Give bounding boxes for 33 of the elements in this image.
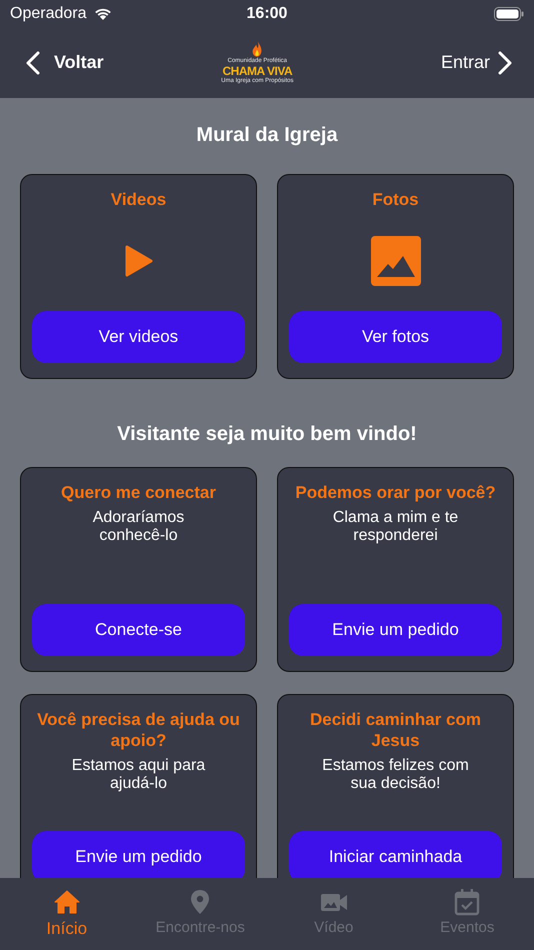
card-text: Adoraríamos conhecê-lo (92, 509, 186, 545)
battery-icon (494, 6, 524, 20)
chevron-right-icon (498, 50, 512, 74)
action-button[interactable]: Iniciar caminhada (289, 831, 502, 878)
calendar-icon (453, 888, 482, 916)
back-button[interactable]: Voltar (22, 46, 108, 78)
image-icon (370, 236, 420, 286)
card-text: Estamos aqui para ajudá-lo (70, 757, 206, 793)
card-title: Fotos (371, 189, 420, 210)
logo-name: CHAMA VIVA (222, 65, 292, 77)
action-button[interactable]: Conecte-se (32, 604, 245, 656)
card-title: Videos (110, 189, 168, 210)
action-button[interactable]: Ver videos (32, 311, 245, 363)
wifi-icon (92, 6, 112, 21)
home-icon (52, 888, 81, 916)
card-text: Estamos felizes com sua decisão! (321, 757, 470, 793)
action-button[interactable]: Ver fotos (289, 311, 502, 363)
sign-in-button[interactable]: Entrar (436, 46, 516, 78)
action-button[interactable]: Envie um pedido (32, 831, 245, 878)
card-title: Quero me conectar (60, 482, 217, 503)
play-icon (124, 244, 154, 278)
section-title: Visitante seja muito bem vindo! (116, 423, 418, 446)
carrier-name: Operadora (10, 4, 86, 22)
card-title: Você precisa de ajuda ou apoio? (36, 709, 241, 751)
tab-item[interactable]: Início (0, 878, 134, 950)
chevron-left-icon (26, 50, 40, 74)
clock-time: 16:00 (246, 4, 288, 22)
card-title: Decidi caminhar com Jesus (308, 709, 482, 751)
flame-icon (251, 41, 264, 57)
action-button[interactable]: Envie um pedido (289, 604, 502, 656)
card-text: Clama a mim e te responderei (332, 509, 460, 545)
section-title: Mural da Igreja (195, 124, 339, 147)
card-title: Podemos orar por você? (294, 482, 497, 503)
